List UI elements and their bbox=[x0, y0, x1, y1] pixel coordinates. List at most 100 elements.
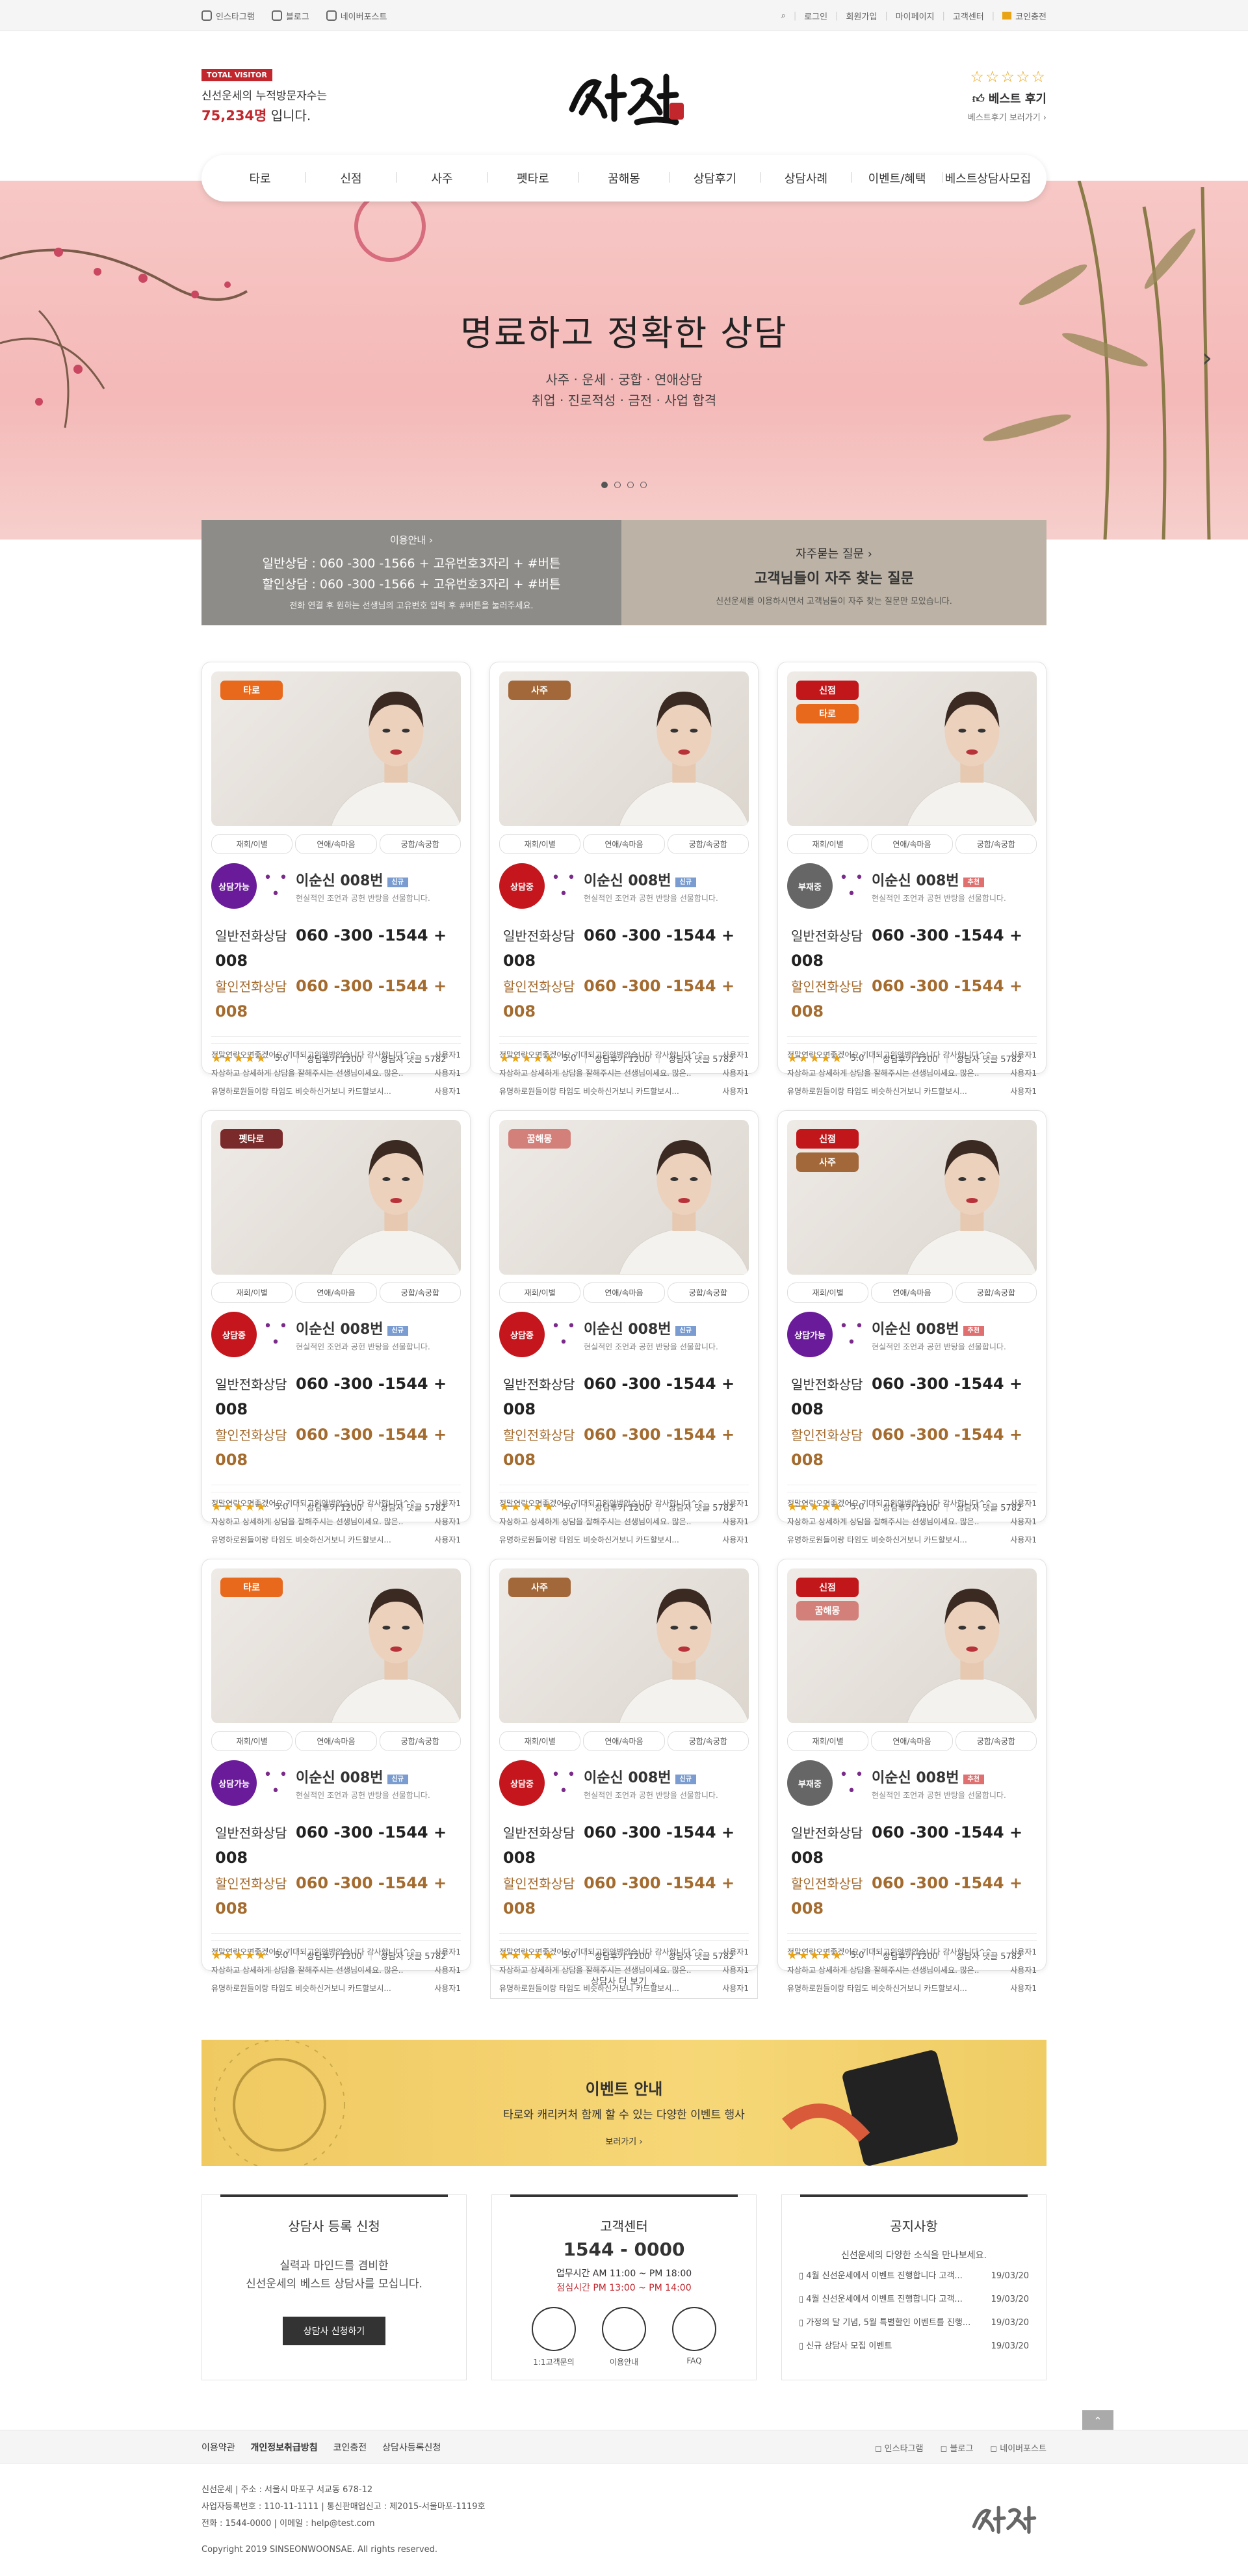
counselor-name[interactable]: 이순신 008번 신규 bbox=[584, 869, 718, 890]
comment-count[interactable]: 상담사 댓글 5782 bbox=[380, 1949, 446, 1962]
discount-call[interactable]: 할인전화상담 060 -300 -1544 + 008 bbox=[503, 974, 749, 1024]
topic-chip[interactable]: 재회/이별 bbox=[499, 1731, 581, 1751]
review-count[interactable]: 상담후기 1200 bbox=[595, 1949, 650, 1962]
counselor-card[interactable]: 꿈해몽 재회/이별 연애/속마음 궁합/속궁합 상담중 • • • 이순신 008번… bbox=[489, 1110, 759, 1544]
event-banner[interactable]: 이벤트 안내 타로와 캐리커처 함께 할 수 있는 다양한 이벤트 행사 보러가… bbox=[202, 2040, 1046, 2166]
comment-count[interactable]: 상담사 댓글 5782 bbox=[956, 1501, 1022, 1513]
signup-link[interactable]: 회원가입 bbox=[846, 10, 877, 22]
topic-chip[interactable]: 궁합/속궁합 bbox=[667, 1731, 749, 1751]
counselor-name[interactable]: 이순신 008번 신규 bbox=[584, 1766, 718, 1787]
topic-chip[interactable]: 재회/이별 bbox=[211, 1282, 293, 1303]
faq-button[interactable]: FAQ bbox=[672, 2307, 716, 2367]
topic-chip[interactable]: 재회/이별 bbox=[211, 1731, 293, 1751]
slider-dot[interactable] bbox=[640, 482, 647, 488]
counselor-apply-button[interactable]: 상담사 신청하기 bbox=[282, 2317, 386, 2345]
nav-item-tarot[interactable]: 타로 bbox=[214, 170, 306, 187]
slider-dot[interactable] bbox=[627, 482, 634, 488]
topic-chip[interactable]: 연애/속마음 bbox=[871, 1731, 953, 1751]
topic-chip[interactable]: 연애/속마음 bbox=[871, 1282, 953, 1303]
topic-chip[interactable]: 궁합/속궁합 bbox=[667, 834, 749, 854]
topic-chip[interactable]: 재회/이별 bbox=[499, 834, 581, 854]
general-call[interactable]: 일반전화상담 060 -300 -1544 + 008 bbox=[215, 1372, 461, 1422]
counselor-card[interactable]: 신점 타로 재회/이별 연애/속마음 궁합/속궁합 부재중 • • • 이순신 008… bbox=[777, 662, 1046, 1096]
blog-link[interactable]: 블로그 bbox=[271, 10, 309, 22]
usage-guide[interactable]: 이용안내 › 일반상담 : 060 -300 -1566 + 고유번호3자리 +… bbox=[202, 520, 621, 625]
topic-chip[interactable]: 연애/속마음 bbox=[871, 834, 953, 854]
topic-chip[interactable]: 연애/속마음 bbox=[583, 1731, 665, 1751]
best-review-link[interactable]: 베스트후기 보러가기 › bbox=[968, 111, 1046, 123]
inquiry-button[interactable]: 1:1고객문의 bbox=[532, 2307, 576, 2367]
counselor-card[interactable]: 신점 꿈해몽 재회/이별 연애/속마음 궁합/속궁합 부재중 • • • 이순신 00… bbox=[777, 1559, 1046, 1993]
search-icon[interactable]: ⌕ bbox=[781, 11, 786, 21]
review-count[interactable]: 상담후기 1200 bbox=[595, 1501, 650, 1513]
footer-instagram-link[interactable]: ◻ 인스타그램 bbox=[875, 2441, 924, 2454]
general-call[interactable]: 일반전화상담 060 -300 -1544 + 008 bbox=[215, 923, 461, 974]
privacy-link[interactable]: 개인정보취급방침 bbox=[251, 2441, 318, 2454]
faq-panel[interactable]: 자주묻는 질문 › 고객님들이 자주 찾는 질문 신선운세를 이용하시면서 고객… bbox=[621, 520, 1046, 625]
general-call[interactable]: 일반전화상담 060 -300 -1544 + 008 bbox=[215, 1820, 461, 1871]
notice-item[interactable]: ▯ 신규 상담사 모집 이벤트 19/03/20 bbox=[799, 2335, 1029, 2358]
nav-item-sinjeom[interactable]: 신점 bbox=[306, 170, 396, 187]
coin-link[interactable]: 코인충전 bbox=[333, 2441, 367, 2454]
counselor-name[interactable]: 이순신 008번 추천 bbox=[872, 1766, 1006, 1787]
counselor-card[interactable]: 신점 사주 재회/이별 연애/속마음 궁합/속궁합 상담가능 • • • 이순신 00… bbox=[777, 1110, 1046, 1544]
counselor-name[interactable]: 이순신 008번 신규 bbox=[296, 869, 430, 890]
general-call[interactable]: 일반전화상담 060 -300 -1544 + 008 bbox=[503, 923, 749, 974]
topic-chip[interactable]: 연애/속마음 bbox=[295, 834, 377, 854]
discount-call[interactable]: 할인전화상담 060 -300 -1544 + 008 bbox=[791, 1422, 1037, 1473]
counselor-apply-link[interactable]: 상담사등록신청 bbox=[382, 2441, 441, 2454]
scroll-top-button[interactable]: ⌃ bbox=[1082, 2410, 1113, 2432]
nav-item-recruit[interactable]: 베스트상담사모집 bbox=[942, 170, 1034, 187]
counselor-card[interactable]: 펫타로 재회/이별 연애/속마음 궁합/속궁합 상담중 • • • 이순신 008번… bbox=[202, 1110, 471, 1544]
slider-dot[interactable] bbox=[614, 482, 621, 488]
event-more-link[interactable]: 보러가기 › bbox=[202, 2135, 1046, 2147]
nav-item-saju[interactable]: 사주 bbox=[396, 170, 488, 187]
discount-call[interactable]: 할인전화상담 060 -300 -1544 + 008 bbox=[503, 1422, 749, 1473]
terms-link[interactable]: 이용약관 bbox=[202, 2441, 235, 2454]
counselor-name[interactable]: 이순신 008번 신규 bbox=[296, 1318, 430, 1338]
nav-item-cases[interactable]: 상담사례 bbox=[760, 170, 852, 187]
counselor-card[interactable]: 타로 재회/이별 연애/속마음 궁합/속궁합 상담가능 • • • 이순신 008번… bbox=[202, 662, 471, 1096]
review-count[interactable]: 상담후기 1200 bbox=[307, 1949, 362, 1962]
topic-chip[interactable]: 재회/이별 bbox=[499, 1282, 581, 1303]
topic-chip[interactable]: 궁합/속궁합 bbox=[955, 834, 1037, 854]
topic-chip[interactable]: 연애/속마음 bbox=[583, 834, 665, 854]
topic-chip[interactable]: 재회/이별 bbox=[787, 1282, 869, 1303]
comment-count[interactable]: 상담사 댓글 5782 bbox=[668, 1052, 734, 1065]
guide-button[interactable]: 이용안내 bbox=[602, 2307, 646, 2367]
general-call[interactable]: 일반전화상담 060 -300 -1544 + 008 bbox=[791, 1820, 1037, 1871]
site-logo[interactable] bbox=[552, 57, 696, 135]
more-counselors-button[interactable]: 상담사 더 보기 ⌄ bbox=[490, 1965, 758, 1999]
review-count[interactable]: 상담후기 1200 bbox=[595, 1052, 650, 1065]
nav-item-events[interactable]: 이벤트/혜택 bbox=[852, 170, 942, 187]
counselor-name[interactable]: 이순신 008번 추천 bbox=[872, 1318, 1006, 1338]
naver-post-link[interactable]: 네이버포스트 bbox=[326, 10, 387, 22]
nav-item-pet-tarot[interactable]: 펫타로 bbox=[488, 170, 578, 187]
topic-chip[interactable]: 연애/속마음 bbox=[295, 1282, 377, 1303]
topic-chip[interactable]: 연애/속마음 bbox=[295, 1731, 377, 1751]
counselor-name[interactable]: 이순신 008번 추천 bbox=[872, 869, 1006, 890]
comment-count[interactable]: 상담사 댓글 5782 bbox=[956, 1949, 1022, 1962]
footer-post-link[interactable]: ◻ 네이버포스트 bbox=[990, 2441, 1046, 2454]
topic-chip[interactable]: 궁합/속궁합 bbox=[667, 1282, 749, 1303]
comment-count[interactable]: 상담사 댓글 5782 bbox=[380, 1052, 446, 1065]
chevron-right-icon[interactable]: › bbox=[1202, 343, 1212, 373]
general-call[interactable]: 일반전화상담 060 -300 -1544 + 008 bbox=[791, 1372, 1037, 1422]
instagram-link[interactable]: 인스타그램 bbox=[202, 10, 255, 22]
counselor-card[interactable]: 사주 재회/이별 연애/속마음 궁합/속궁합 상담중 • • • 이순신 008번 신… bbox=[489, 1559, 759, 1993]
mypage-link[interactable]: 마이페이지 bbox=[896, 10, 935, 22]
notice-item[interactable]: ▯ 4월 신선운세에서 이벤트 진행합니다 고객... 19/03/20 bbox=[799, 2265, 1029, 2288]
notice-item[interactable]: ▯ 4월 신선운세에서 이벤트 진행합니다 고객... 19/03/20 bbox=[799, 2288, 1029, 2311]
footer-blog-link[interactable]: ◻ 블로그 bbox=[940, 2441, 973, 2454]
topic-chip[interactable]: 연애/속마음 bbox=[583, 1282, 665, 1303]
nav-item-dream[interactable]: 꿈해몽 bbox=[578, 170, 670, 187]
discount-call[interactable]: 할인전화상담 060 -300 -1544 + 008 bbox=[215, 974, 461, 1024]
topic-chip[interactable]: 궁합/속궁합 bbox=[379, 1731, 461, 1751]
review-count[interactable]: 상담후기 1200 bbox=[883, 1949, 938, 1962]
review-count[interactable]: 상담후기 1200 bbox=[883, 1052, 938, 1065]
counselor-card[interactable]: 사주 재회/이별 연애/속마음 궁합/속궁합 상담중 • • • 이순신 008번 신… bbox=[489, 662, 759, 1096]
review-count[interactable]: 상담후기 1200 bbox=[307, 1052, 362, 1065]
topic-chip[interactable]: 궁합/속궁합 bbox=[379, 1282, 461, 1303]
comment-count[interactable]: 상담사 댓글 5782 bbox=[380, 1501, 446, 1513]
general-call[interactable]: 일반전화상담 060 -300 -1544 + 008 bbox=[503, 1820, 749, 1871]
